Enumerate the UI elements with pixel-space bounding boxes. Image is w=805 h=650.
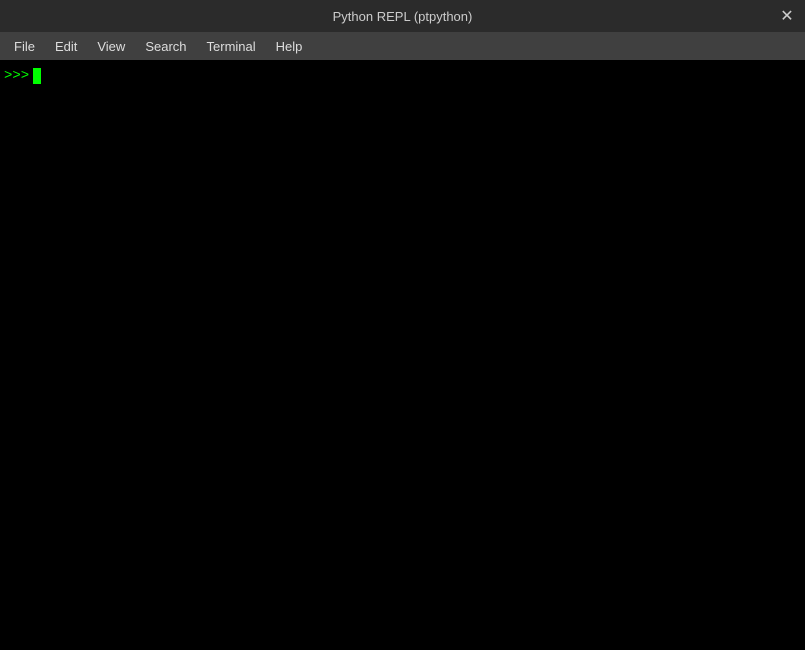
- menu-file[interactable]: File: [4, 35, 45, 58]
- title-bar-right-spacer: ✕: [534, 6, 797, 26]
- menu-help[interactable]: Help: [266, 35, 313, 58]
- terminal-cursor: [33, 68, 41, 84]
- close-button[interactable]: ✕: [777, 6, 797, 26]
- menu-search[interactable]: Search: [135, 35, 196, 58]
- menu-terminal[interactable]: Terminal: [197, 35, 266, 58]
- menu-bar: File Edit View Search Terminal Help: [0, 32, 805, 60]
- menu-edit[interactable]: Edit: [45, 35, 87, 58]
- terminal-prompt-line: >>>: [4, 68, 801, 84]
- terminal-area[interactable]: >>>: [0, 60, 805, 650]
- title-bar: Python REPL (ptpython) ✕: [0, 0, 805, 32]
- menu-view[interactable]: View: [87, 35, 135, 58]
- title-bar-title: Python REPL (ptpython): [271, 9, 534, 24]
- terminal-prompt: >>>: [4, 68, 29, 84]
